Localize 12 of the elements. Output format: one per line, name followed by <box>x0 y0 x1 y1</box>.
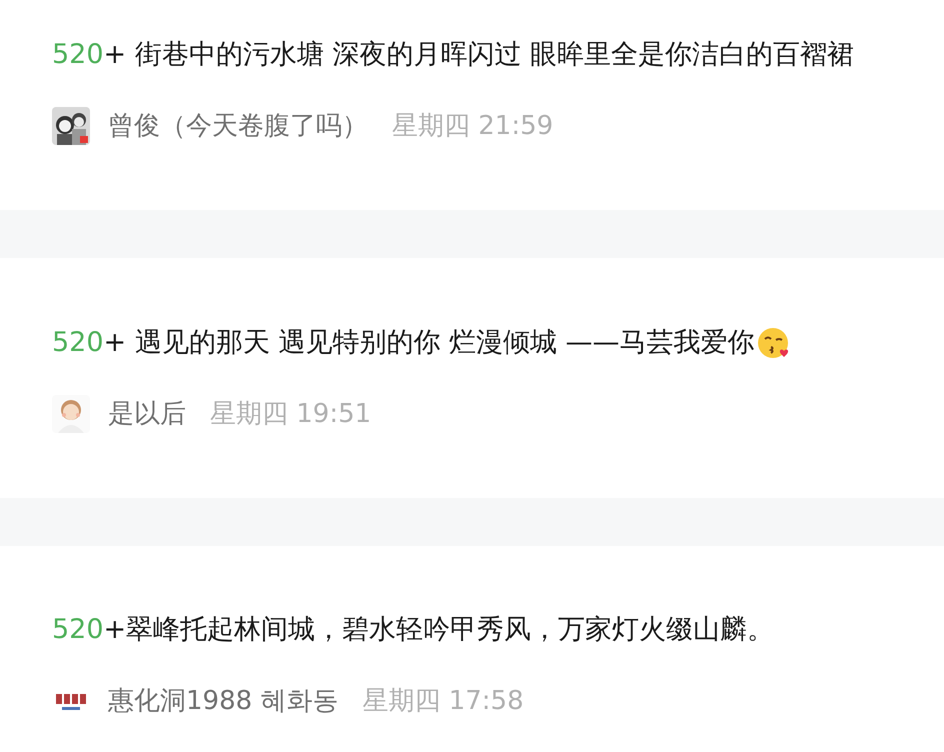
like-count: 520 <box>52 612 104 647</box>
post-time: 星期四 19:51 <box>210 398 372 430</box>
author-name[interactable]: 是以后 <box>108 394 186 434</box>
post-time: 星期四 17:58 <box>362 684 524 718</box>
like-count: 520 <box>52 326 104 360</box>
post-text: +翠峰托起林间城，碧水轻吟甲秀风，万家灯火缀山麟。 <box>104 612 774 647</box>
post-text: + 遇见的那天 遇见特别的你 烂漫倾城 ——马芸我爱你 <box>104 326 754 360</box>
author-name[interactable]: 惠化洞1988 혜화동 <box>108 682 338 720</box>
author-name[interactable]: 曾俊（今天卷腹了吗） <box>108 106 368 146</box>
post-text: + 街巷中的污水塘 深夜的月晖闪过 眼眸里全是你洁白的百褶裙 <box>104 38 854 72</box>
post-time: 星期四 21:59 <box>392 110 554 142</box>
like-count: 520 <box>52 38 104 72</box>
